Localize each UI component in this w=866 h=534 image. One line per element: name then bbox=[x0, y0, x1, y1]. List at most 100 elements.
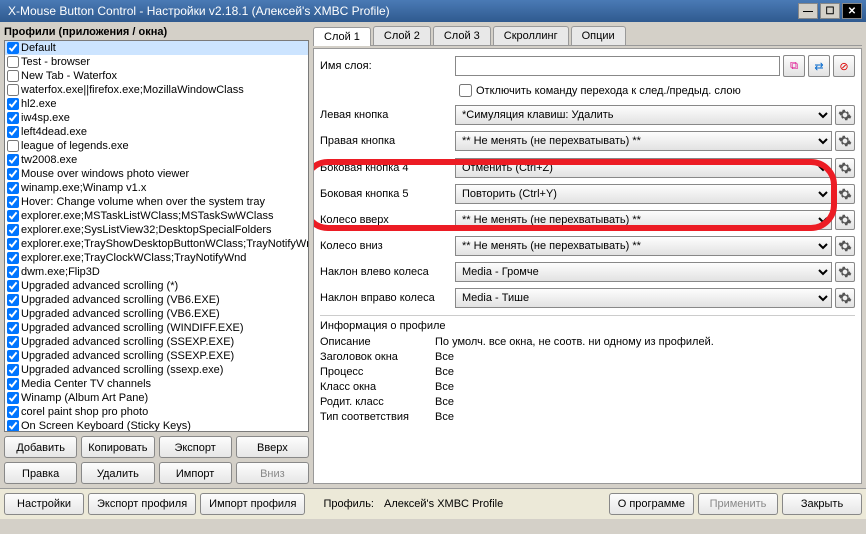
mapping-combo[interactable]: ** Не менять (не перехватывать) ** bbox=[455, 236, 832, 256]
tab-2[interactable]: Слой 3 bbox=[433, 26, 491, 45]
profile-item[interactable]: left4dead.exe bbox=[5, 125, 308, 139]
profile-checkbox[interactable] bbox=[7, 154, 19, 166]
profile-checkbox[interactable] bbox=[7, 98, 19, 110]
import-profile-button[interactable]: Импорт профиля bbox=[200, 493, 305, 515]
export-profile-button[interactable]: Экспорт профиля bbox=[88, 493, 196, 515]
profile-checkbox[interactable] bbox=[7, 378, 19, 390]
profile-item[interactable]: Upgraded advanced scrolling (WINDIFF.EXE… bbox=[5, 321, 308, 335]
profile-item[interactable]: Winamp (Album Art Pane) bbox=[5, 391, 308, 405]
gear-icon[interactable] bbox=[835, 236, 855, 256]
profile-item[interactable]: explorer.exe;TrayClockWClass;TrayNotifyW… bbox=[5, 251, 308, 265]
удалить-button[interactable]: Удалить bbox=[81, 462, 154, 484]
profile-item[interactable]: New Tab - Waterfox bbox=[5, 69, 308, 83]
profile-item[interactable]: Mouse over windows photo viewer bbox=[5, 167, 308, 181]
profile-item[interactable]: Upgraded advanced scrolling (VB6.EXE) bbox=[5, 307, 308, 321]
profile-item[interactable]: waterfox.exe||firefox.exe;MozillaWindowC… bbox=[5, 83, 308, 97]
tab-1[interactable]: Слой 2 bbox=[373, 26, 431, 45]
profile-checkbox[interactable] bbox=[7, 112, 19, 124]
gear-icon[interactable] bbox=[835, 158, 855, 178]
profile-checkbox[interactable] bbox=[7, 182, 19, 194]
profile-checkbox[interactable] bbox=[7, 294, 19, 306]
profile-checkbox[interactable] bbox=[7, 56, 19, 68]
копировать-button[interactable]: Копировать bbox=[81, 436, 154, 458]
profile-item[interactable]: Media Center TV channels bbox=[5, 377, 308, 391]
gear-icon[interactable] bbox=[835, 288, 855, 308]
mapping-combo[interactable]: ** Не менять (не перехватывать) ** bbox=[455, 210, 832, 230]
gear-icon[interactable] bbox=[835, 131, 855, 151]
reset-icon[interactable]: ⊘ bbox=[833, 55, 855, 77]
about-button[interactable]: О программе bbox=[609, 493, 694, 515]
profile-checkbox[interactable] bbox=[7, 42, 19, 54]
close-button-footer[interactable]: Закрыть bbox=[782, 493, 862, 515]
mapping-combo[interactable]: ** Не менять (не перехватывать) ** bbox=[455, 131, 832, 151]
profile-item[interactable]: Test - browser bbox=[5, 55, 308, 69]
close-button[interactable]: ✕ bbox=[842, 3, 862, 19]
settings-button[interactable]: Настройки bbox=[4, 493, 84, 515]
импорт-button[interactable]: Импорт bbox=[159, 462, 232, 484]
mapping-combo[interactable]: Media - Тише bbox=[455, 288, 832, 308]
profile-item[interactable]: Upgraded advanced scrolling (*) bbox=[5, 279, 308, 293]
profile-checkbox[interactable] bbox=[7, 84, 19, 96]
profile-item[interactable]: hl2.exe bbox=[5, 97, 308, 111]
copy-icon[interactable]: ⧉ bbox=[783, 55, 805, 77]
maximize-button[interactable]: ☐ bbox=[820, 3, 840, 19]
profile-list[interactable]: DefaultTest - browserNew Tab - Waterfoxw… bbox=[4, 40, 309, 432]
tab-0[interactable]: Слой 1 bbox=[313, 27, 371, 46]
mapping-combo[interactable]: Отменить (Ctrl+Z) bbox=[455, 158, 832, 178]
profile-item[interactable]: Upgraded advanced scrolling (VB6.EXE) bbox=[5, 293, 308, 307]
tab-4[interactable]: Опции bbox=[571, 26, 626, 45]
экспорт-button[interactable]: Экспорт bbox=[159, 436, 232, 458]
profile-checkbox[interactable] bbox=[7, 70, 19, 82]
profile-checkbox[interactable] bbox=[7, 224, 19, 236]
profile-item[interactable]: explorer.exe;TrayShowDesktopButtonWClass… bbox=[5, 237, 308, 251]
profile-item[interactable]: Default bbox=[5, 41, 308, 55]
gear-icon[interactable] bbox=[835, 262, 855, 282]
profile-item[interactable]: iw4sp.exe bbox=[5, 111, 308, 125]
minimize-button[interactable]: — bbox=[798, 3, 818, 19]
profile-item[interactable]: explorer.exe;SysListView32;DesktopSpecia… bbox=[5, 223, 308, 237]
gear-icon[interactable] bbox=[835, 210, 855, 230]
apply-button[interactable]: Применить bbox=[698, 493, 778, 515]
layer-name-input[interactable] bbox=[455, 56, 780, 76]
вверх-button[interactable]: Вверх bbox=[236, 436, 309, 458]
profile-checkbox[interactable] bbox=[7, 322, 19, 334]
profile-checkbox[interactable] bbox=[7, 196, 19, 208]
profile-checkbox[interactable] bbox=[7, 420, 19, 432]
profile-checkbox[interactable] bbox=[7, 210, 19, 222]
mapping-combo[interactable]: Media - Громче bbox=[455, 262, 832, 282]
profile-checkbox[interactable] bbox=[7, 406, 19, 418]
profile-item[interactable]: Upgraded advanced scrolling (SSEXP.EXE) bbox=[5, 349, 308, 363]
profile-checkbox[interactable] bbox=[7, 280, 19, 292]
profile-item[interactable]: Upgraded advanced scrolling (ssexp.exe) bbox=[5, 363, 308, 377]
profile-item[interactable]: dwm.exe;Flip3D bbox=[5, 265, 308, 279]
profile-item[interactable]: On Screen Keyboard (Sticky Keys) bbox=[5, 419, 308, 432]
profile-item[interactable]: explorer.exe;MSTaskListWClass;MSTaskSwWC… bbox=[5, 209, 308, 223]
вниз-button[interactable]: Вниз bbox=[236, 462, 309, 484]
profile-checkbox[interactable] bbox=[7, 336, 19, 348]
profile-checkbox[interactable] bbox=[7, 350, 19, 362]
disable-cmd-checkbox[interactable] bbox=[459, 84, 472, 97]
profile-item[interactable]: corel paint shop pro photo bbox=[5, 405, 308, 419]
profile-checkbox[interactable] bbox=[7, 364, 19, 376]
добавить-button[interactable]: Добавить bbox=[4, 436, 77, 458]
profile-checkbox[interactable] bbox=[7, 140, 19, 152]
profile-item[interactable]: tw2008.exe bbox=[5, 153, 308, 167]
profile-item[interactable]: Hover: Change volume when over the syste… bbox=[5, 195, 308, 209]
profile-checkbox[interactable] bbox=[7, 308, 19, 320]
gear-icon[interactable] bbox=[835, 184, 855, 204]
gear-icon[interactable] bbox=[835, 105, 855, 125]
profile-checkbox[interactable] bbox=[7, 126, 19, 138]
profile-checkbox[interactable] bbox=[7, 392, 19, 404]
profile-item[interactable]: winamp.exe;Winamp v1.x bbox=[5, 181, 308, 195]
profile-checkbox[interactable] bbox=[7, 168, 19, 180]
profile-checkbox[interactable] bbox=[7, 238, 19, 250]
profile-checkbox[interactable] bbox=[7, 252, 19, 264]
profile-item[interactable]: Upgraded advanced scrolling (SSEXP.EXE) bbox=[5, 335, 308, 349]
mapping-combo[interactable]: Повторить (Ctrl+Y) bbox=[455, 184, 832, 204]
правка-button[interactable]: Правка bbox=[4, 462, 77, 484]
profile-checkbox[interactable] bbox=[7, 266, 19, 278]
profile-item[interactable]: league of legends.exe bbox=[5, 139, 308, 153]
swap-icon[interactable]: ⇄ bbox=[808, 55, 830, 77]
tab-3[interactable]: Скроллинг bbox=[493, 26, 569, 45]
mapping-combo[interactable]: *Симуляция клавиш: Удалить bbox=[455, 105, 832, 125]
